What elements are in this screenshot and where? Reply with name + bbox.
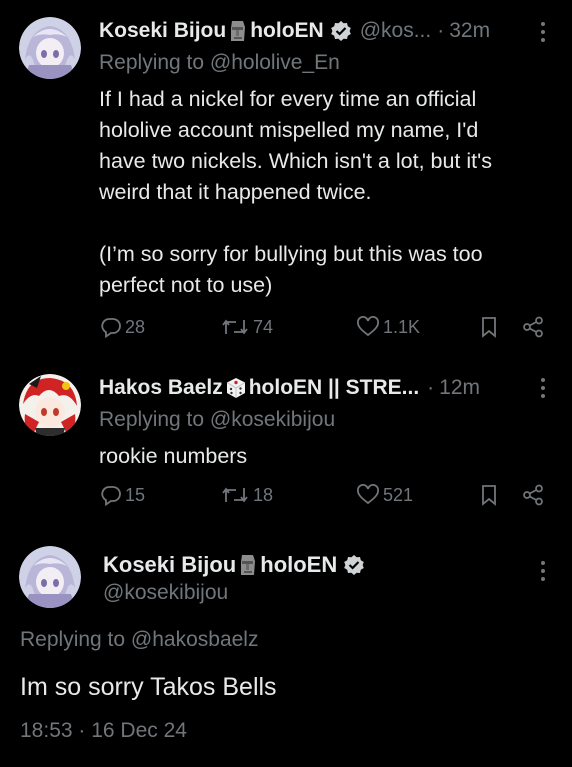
reply-button[interactable]: 15	[100, 484, 145, 506]
dice-emoji-icon	[224, 376, 248, 400]
avatar-hakos-baelz[interactable]	[19, 374, 81, 436]
more-options-icon[interactable]	[540, 561, 546, 583]
display-name-suffix[interactable]: holoEN || STRE...	[249, 375, 419, 401]
separator-dot: ·	[437, 19, 445, 42]
avatar-koseki-bijou-main[interactable]	[19, 546, 81, 608]
share-icon	[523, 484, 543, 506]
display-name[interactable]: Koseki Bijou	[99, 18, 226, 44]
tweet-1-header: Koseki Bijou holoEN @kos... · 32m	[99, 18, 490, 44]
retweet-count: 18	[253, 484, 274, 505]
reply-count: 28	[125, 316, 146, 337]
tweet-time[interactable]: 12m	[439, 375, 480, 401]
bookmark-button[interactable]	[480, 316, 498, 338]
tweet-time[interactable]: 32m	[449, 18, 490, 44]
tweet-2-header: Hakos Baelz holoEN || STRE... · 12m	[99, 375, 480, 401]
separator-dot: ·	[427, 376, 435, 399]
replying-to-handle[interactable]: @hololive_En	[210, 51, 340, 74]
display-name[interactable]: Hakos Baelz	[99, 375, 223, 401]
tweet-text: rookie numbers	[99, 444, 248, 468]
tweet-actions: 28 74 1.1K	[100, 316, 548, 344]
like-button[interactable]: 1.1K	[356, 316, 420, 338]
like-count: 1.1K	[383, 316, 421, 337]
main-tweet-header: Koseki Bijou holoEN	[103, 552, 365, 578]
replying-to-label: Replying to	[99, 51, 205, 74]
share-button[interactable]	[522, 316, 544, 338]
reply-icon	[101, 486, 121, 506]
display-name[interactable]: Koseki Bijou	[103, 552, 236, 578]
reply-count: 15	[125, 484, 146, 505]
tweet-text: If I had a nickel for every time an offi…	[99, 87, 492, 297]
reply-icon	[101, 318, 121, 338]
more-options-icon[interactable]	[540, 22, 546, 44]
avatar-koseki-bijou[interactable]	[19, 17, 81, 79]
display-name-suffix[interactable]: holoEN	[250, 18, 324, 44]
like-count: 521	[383, 484, 414, 505]
retweet-button[interactable]: 74	[220, 316, 273, 338]
like-button[interactable]: 521	[356, 484, 413, 506]
more-options-icon[interactable]	[540, 378, 546, 400]
heart-icon	[357, 316, 379, 337]
replying-to: Replying to @kosekibijou	[99, 408, 335, 432]
moai-emoji-icon	[237, 553, 259, 577]
replying-to: Replying to @hololive_En	[99, 51, 340, 75]
replying-to-label: Replying to	[99, 408, 205, 431]
verified-badge-icon	[330, 20, 352, 42]
tweet-actions: 15 18 521	[100, 484, 548, 512]
reply-button[interactable]: 28	[100, 316, 145, 338]
retweet-button[interactable]: 18	[220, 484, 273, 506]
share-button[interactable]	[522, 484, 544, 506]
retweet-icon	[222, 319, 248, 335]
bookmark-button[interactable]	[480, 484, 498, 506]
replying-to: Replying to @hakosbaelz	[20, 628, 258, 652]
handle[interactable]: @kos...	[360, 18, 432, 44]
moai-emoji-icon	[227, 19, 249, 43]
bookmark-icon	[482, 317, 496, 338]
replying-to-handle[interactable]: @kosekibijou	[210, 408, 335, 431]
replying-to-handle[interactable]: @hakosbaelz	[131, 628, 259, 651]
heart-icon	[357, 484, 379, 505]
replying-to-label: Replying to	[20, 628, 126, 651]
retweet-icon	[222, 487, 248, 503]
retweet-count: 74	[253, 316, 274, 337]
main-tweet-handle[interactable]: @kosekibijou	[103, 581, 228, 605]
main-tweet-text: Im so sorry Takos Bells	[20, 673, 277, 701]
bookmark-icon	[482, 485, 496, 506]
tweet-timestamp[interactable]: 18:53 · 16 Dec 24	[20, 719, 187, 743]
display-name-suffix[interactable]: holoEN	[260, 552, 337, 578]
share-icon	[523, 316, 543, 338]
verified-badge-icon	[343, 554, 365, 576]
